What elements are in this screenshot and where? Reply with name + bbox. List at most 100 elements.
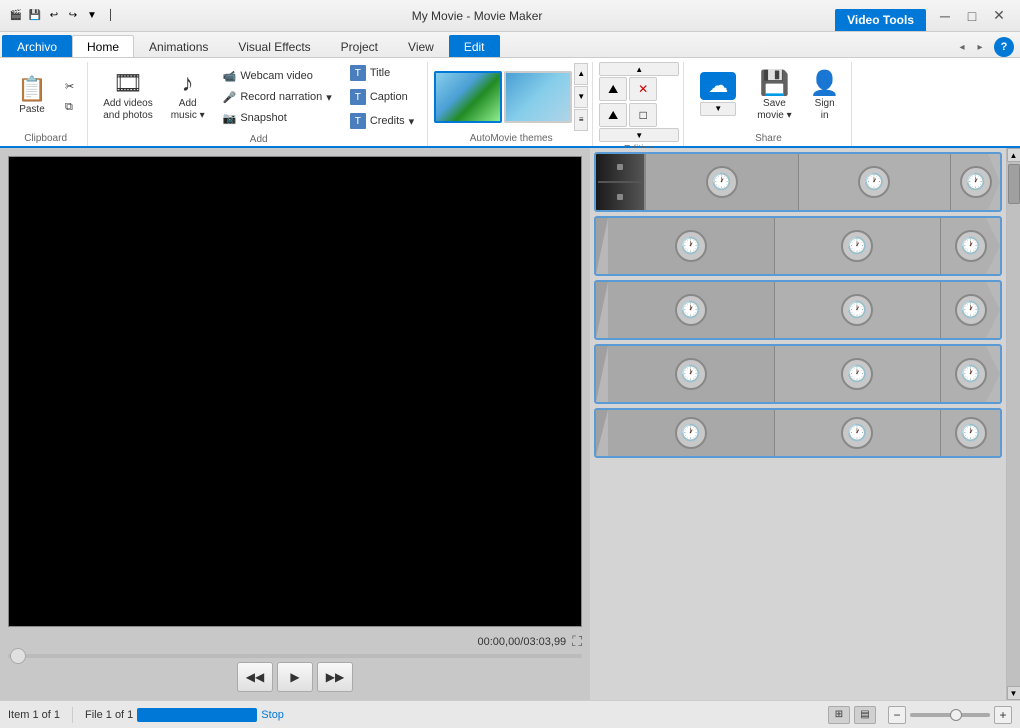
theme-scroll-list[interactable]: ≡ [574, 109, 588, 131]
caption-label: Caption [370, 91, 408, 103]
cloud-icon: ☁ [708, 73, 728, 98]
film-strip-1[interactable]: 🕐 🕐 🕐 [594, 152, 1002, 212]
next-frame-button[interactable]: ▶▶ [317, 662, 353, 692]
onedrive-button[interactable]: ☁ ▼ [690, 67, 746, 127]
dropdown-icon[interactable]: ▼ [84, 8, 100, 24]
theme-item-1[interactable] [434, 71, 502, 123]
paste-button[interactable]: 📋 Paste [10, 67, 54, 127]
film-4-seg-3: 🕐 [940, 346, 1000, 402]
film-hole-2 [617, 194, 623, 200]
zoom-out-button[interactable]: − [888, 706, 906, 724]
theme-scroll: ▲ ▼ ≡ [574, 63, 588, 131]
help-button[interactable]: ? [994, 37, 1014, 57]
timeline-scrollbar: ▲ ▼ [1006, 148, 1020, 700]
editing-col-2: ✕ □ [629, 77, 657, 127]
zoom-slider[interactable] [910, 713, 990, 717]
clock-4-2: 🕐 [841, 358, 873, 390]
tab-animations[interactable]: Animations [134, 35, 223, 57]
app-icon: 🎬 [8, 8, 24, 24]
scrollbar-down-button[interactable]: ▼ [1007, 686, 1020, 700]
nav-fwd-icon[interactable]: ▸ [972, 39, 988, 55]
caption-button[interactable]: T Caption [343, 86, 421, 108]
cloud-scroll-btn[interactable]: ▼ [700, 102, 736, 116]
film-strip-2[interactable]: 🕐 🕐 🕐 [594, 216, 1002, 276]
undo-icon[interactable]: ↩ [46, 8, 62, 24]
clipboard-content: 📋 Paste ✂ ⧉ [10, 62, 81, 131]
title-bar: 🎬 💾 ↩ ↪ ▼ │ My Movie - Movie Maker Video… [0, 0, 1020, 32]
clock-3-1: 🕐 [675, 294, 707, 326]
nav-back-icon[interactable]: ◂ [954, 39, 970, 55]
clock-5-1: 🕐 [675, 417, 707, 449]
maximize-button[interactable]: □ [959, 6, 985, 26]
editing-content: ▲ ⛰ ⛰ ✕ □ ▼ [599, 62, 679, 142]
webcam-button[interactable]: 📹 Webcam video [216, 67, 339, 86]
webcam-icon: 📹 [223, 70, 237, 83]
scrollbar-up-button[interactable]: ▲ [1007, 148, 1020, 162]
film-5-seg-1: 🕐 [608, 410, 774, 456]
fullscreen-button[interactable]: ⛶ [572, 633, 582, 650]
film-4-seg-2: 🕐 [774, 346, 941, 402]
add-music-button[interactable]: ♪ Addmusic ▾ [164, 67, 212, 127]
theme-scroll-up[interactable]: ▲ [574, 63, 588, 85]
title-button[interactable]: T Title [343, 62, 421, 84]
zoom-in-button[interactable]: + [994, 706, 1012, 724]
title-caption-group: T Title T Caption T Credits ▾ [343, 62, 421, 132]
save-movie-button[interactable]: 💾 Savemovie ▾ [750, 67, 798, 127]
window-controls[interactable]: ─ □ ✕ [932, 6, 1012, 26]
clock-4-3: 🕐 [955, 358, 987, 390]
cut-button[interactable]: ✂ [58, 77, 81, 96]
sign-in-button[interactable]: 👤 Signin [803, 67, 847, 127]
status-bar: Item 1 of 1 File 1 of 1 Stop ⊞ ▤ − + [0, 700, 1020, 728]
theme-item-2[interactable] [504, 71, 572, 123]
tab-project[interactable]: Project [326, 35, 393, 57]
preview-panel: 00:00,00/03:03,99 ⛶ ◀◀ ▶ ▶▶ [0, 148, 590, 700]
redo-icon[interactable]: ↪ [65, 8, 81, 24]
minimize-button[interactable]: ─ [932, 6, 958, 26]
film-strip-4[interactable]: 🕐 🕐 🕐 [594, 344, 1002, 404]
snapshot-button[interactable]: 📷 Snapshot [216, 109, 339, 128]
stop-button[interactable]: Stop [261, 709, 284, 721]
editing-btn-2[interactable]: ⛰ [599, 103, 627, 127]
editing-scroll-up[interactable]: ▲ [599, 62, 679, 76]
tab-visual-effects[interactable]: Visual Effects [223, 35, 325, 57]
seek-thumb[interactable] [10, 648, 26, 664]
zoom-thumb[interactable] [950, 709, 962, 721]
clock-2-2: 🕐 [841, 230, 873, 262]
save-movie-label: Savemovie ▾ [757, 98, 791, 122]
editing-btn-3[interactable]: □ [629, 103, 657, 127]
prev-frame-button[interactable]: ◀◀ [237, 662, 273, 692]
tab-archivo[interactable]: Archivo [2, 35, 72, 57]
credits-button[interactable]: T Credits ▾ [343, 110, 421, 132]
film-2-seg-2: 🕐 [774, 218, 941, 274]
editing-delete-btn[interactable]: ✕ [629, 77, 657, 101]
tab-home[interactable]: Home [72, 35, 134, 57]
add-small-group: 📹 Webcam video 🎤 Record narration ▾ 📷 Sn… [216, 67, 339, 128]
film-strip-5[interactable]: 🕐 🕐 🕐 [594, 408, 1002, 458]
narration-button[interactable]: 🎤 Record narration ▾ [216, 88, 339, 107]
save-icon[interactable]: 💾 [27, 8, 43, 24]
monitor-icon-2[interactable]: ▤ [854, 706, 876, 724]
share-label: Share [690, 131, 846, 146]
scrollbar-track[interactable] [1007, 162, 1020, 686]
film-strip-3[interactable]: 🕐 🕐 🕐 [594, 280, 1002, 340]
monitor-icon-1[interactable]: ⊞ [828, 706, 850, 724]
editing-scroll-down[interactable]: ▼ [599, 128, 679, 142]
play-button[interactable]: ▶ [277, 662, 313, 692]
theme-scroll-down[interactable]: ▼ [574, 86, 588, 108]
scrollbar-thumb[interactable] [1008, 164, 1020, 204]
close-button[interactable]: ✕ [986, 6, 1012, 26]
add-videos-label: Add videosand photos [103, 98, 153, 122]
add-videos-button[interactable]: 🎞 Add videosand photos [96, 67, 160, 127]
cut-copy-group: ✂ ⧉ [58, 77, 81, 117]
seek-bar[interactable] [8, 654, 582, 658]
file-count: File 1 of 1 Stop [85, 708, 284, 722]
tab-view[interactable]: View [393, 35, 449, 57]
monitor-icons: ⊞ ▤ [828, 706, 876, 724]
editing-btn-1[interactable]: ⛰ [599, 77, 627, 101]
narration-label: Record narration [240, 91, 322, 103]
window-title: My Movie - Movie Maker [125, 9, 829, 23]
clipboard-group: 📋 Paste ✂ ⧉ Clipboard [4, 62, 88, 146]
copy-button[interactable]: ⧉ [58, 98, 81, 117]
caption-icon: T [350, 89, 366, 105]
tab-edit[interactable]: Edit [449, 35, 500, 57]
